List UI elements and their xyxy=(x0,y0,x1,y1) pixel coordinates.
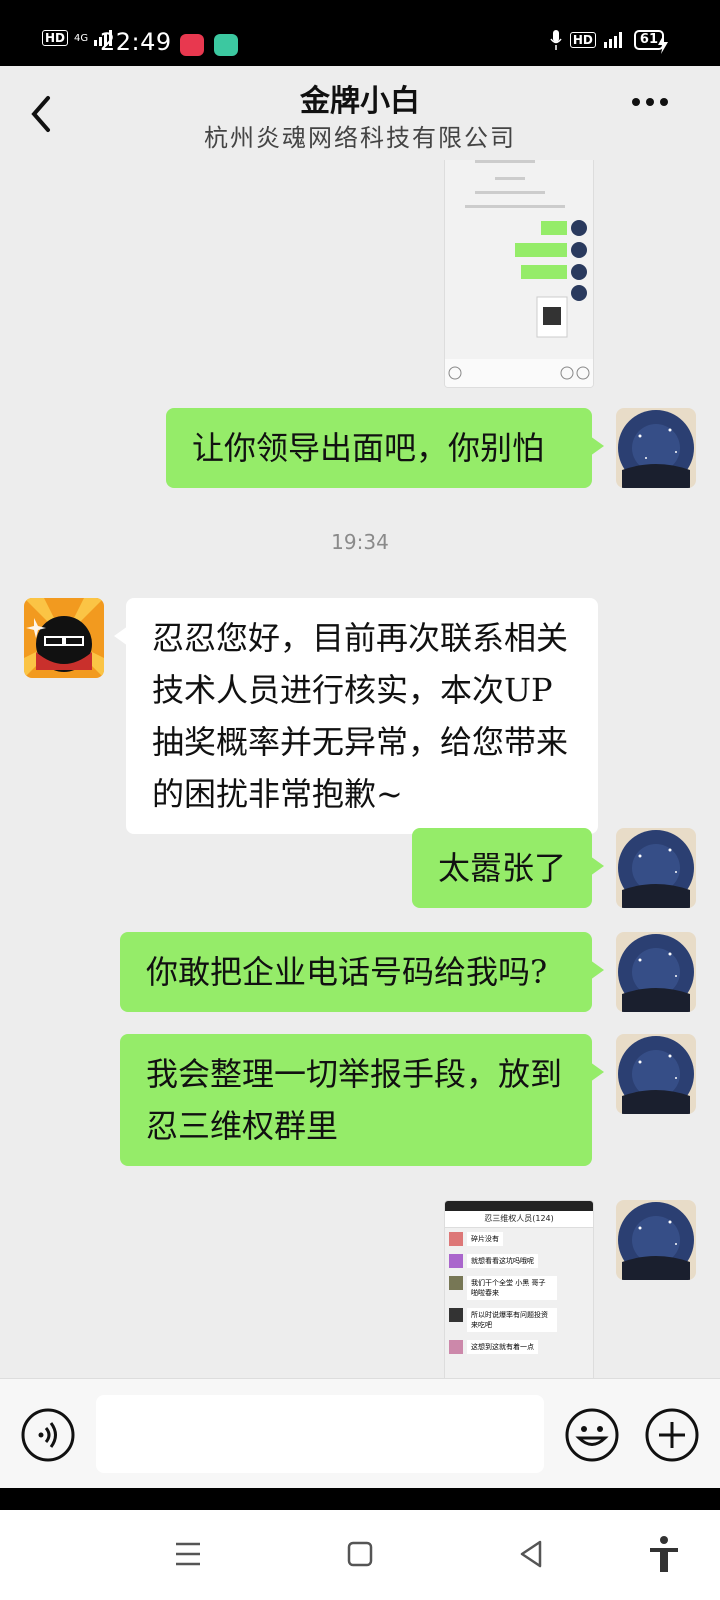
voice-icon[interactable] xyxy=(20,1407,76,1463)
screenshot-chat: 碎片没有 就想看看这坑吗哦呢 我们干个全堂 小黑 哥子 啪啦春来 所以时说爆率有… xyxy=(445,1228,593,1378)
status-time: 22:49 xyxy=(100,28,172,56)
my-avatar[interactable] xyxy=(616,828,696,908)
system-navbar xyxy=(0,1510,720,1600)
outgoing-message[interactable]: 太嚣张了 xyxy=(411,828,605,908)
my-avatar[interactable] xyxy=(616,1200,696,1280)
menu-icon[interactable] xyxy=(166,1532,210,1576)
image-message[interactable] xyxy=(444,160,594,388)
image-message[interactable]: 忍三维权人员(124) 碎片没有 就想看看这坑吗哦呢 我们干个全堂 小黑 哥子 … xyxy=(444,1200,594,1378)
mic-icon xyxy=(550,30,562,50)
network-label: 4G xyxy=(74,32,89,44)
message-input[interactable] xyxy=(96,1395,544,1473)
screenshot-row: 就想看看这坑吗哦呢 xyxy=(449,1254,589,1268)
status-bar: HD 4G 22:49 HD 61 xyxy=(0,0,720,66)
message-timestamp: 19:34 xyxy=(331,530,389,554)
charging-icon xyxy=(658,34,668,54)
incoming-message[interactable]: 忍忍您好，目前再次联系相关技术人员进行核实，本次UP抽奖概率并无异常，给您带来的… xyxy=(114,598,598,834)
plus-icon[interactable] xyxy=(644,1407,700,1463)
video-app-icon xyxy=(180,34,204,56)
contact-avatar[interactable] xyxy=(24,598,104,678)
my-avatar[interactable] xyxy=(616,1034,696,1114)
hd-right-badge: HD xyxy=(569,32,596,48)
hd-badge: HD xyxy=(42,30,69,46)
my-avatar[interactable] xyxy=(616,932,696,1012)
outgoing-message[interactable]: 你敢把企业电话号码给我吗? xyxy=(120,932,604,1012)
ninja-avatar-image xyxy=(24,598,104,678)
outgoing-message[interactable]: 让你领导出面吧，你别怕 xyxy=(166,408,604,488)
divider-band xyxy=(0,1488,720,1510)
starry-avatar-image xyxy=(616,932,696,1012)
input-bar xyxy=(0,1378,720,1488)
starry-avatar-image xyxy=(616,408,696,488)
emoji-icon[interactable] xyxy=(564,1407,620,1463)
starry-avatar-image xyxy=(616,1200,696,1280)
status-right: HD 61 xyxy=(550,30,664,50)
more-dots-icon[interactable] xyxy=(630,96,670,108)
screenshot-row: 碎片没有 xyxy=(449,1232,589,1246)
book-app-icon xyxy=(214,34,238,56)
screenshot-thumbnail xyxy=(445,160,593,387)
starry-avatar-image xyxy=(616,828,696,908)
page-title: 金牌小白 xyxy=(300,84,420,119)
back-nav-icon[interactable] xyxy=(510,1532,554,1576)
starry-avatar-image xyxy=(616,1034,696,1114)
screenshot-header: 忍三维权人员(124) xyxy=(445,1211,593,1228)
my-avatar[interactable] xyxy=(616,408,696,488)
screenshot-topbar xyxy=(445,1201,593,1211)
outgoing-message[interactable]: 我会整理一切举报手段，放到忍三维权群里 xyxy=(120,1034,604,1166)
wifi-signal-icon xyxy=(603,32,622,48)
page-subtitle: 杭州炎魂网络科技有限公司 xyxy=(204,124,516,152)
message-list[interactable]: 让你领导出面吧，你别怕 19:34 忍忍您好，目前再次联系相关技术人员进行核实，… xyxy=(0,160,720,1378)
screenshot-row: 所以时说爆率有问题投资来吃吧 xyxy=(449,1308,589,1332)
home-icon[interactable] xyxy=(338,1532,382,1576)
chat-screen: HD 4G 22:49 HD 61 金牌小白 杭州炎魂网络科技有限公司 让你领导… xyxy=(0,0,720,1600)
screenshot-row: 这想到这就有着一点 xyxy=(449,1340,589,1354)
chat-header: 金牌小白 杭州炎魂网络科技有限公司 xyxy=(0,66,720,160)
accessibility-icon[interactable] xyxy=(642,1532,686,1576)
screenshot-row: 我们干个全堂 小黑 哥子 啪啦春来 xyxy=(449,1276,589,1300)
